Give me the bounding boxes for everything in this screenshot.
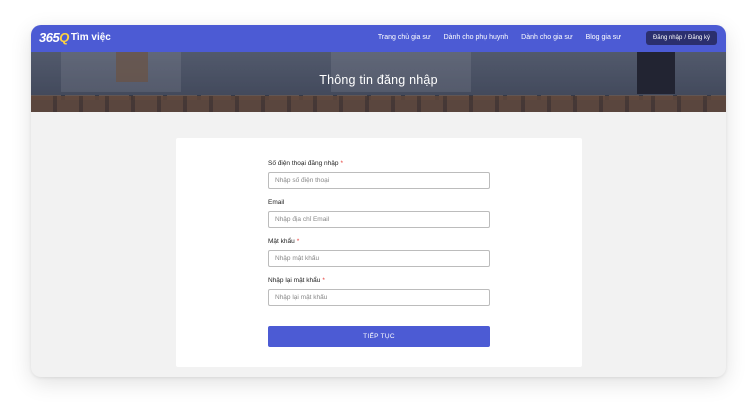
- confirm-password-input[interactable]: [268, 289, 490, 306]
- logo-text: Tìm việc: [70, 32, 111, 43]
- main-nav: Trang chủ gia sư Dành cho phụ huynh Dành…: [378, 34, 621, 41]
- required-mark: *: [296, 238, 300, 245]
- login-link[interactable]: Đăng nhập: [653, 35, 682, 41]
- browser-window: 365Q Tìm việc Trang chủ gia sư Dành cho …: [31, 25, 726, 377]
- confirm-password-label: Nhập lại mật khẩu *: [268, 277, 325, 284]
- logo-mark-accent: Q: [59, 30, 69, 45]
- auth-separator: /: [684, 35, 686, 41]
- required-mark: *: [322, 277, 325, 284]
- continue-button[interactable]: TIẾP TỤC: [268, 326, 490, 347]
- login-info-form: Số điện thoại đăng nhập* Email Mật khẩu*…: [176, 138, 582, 367]
- page-title: Thông tin đăng nhập: [319, 73, 438, 87]
- nav-link-tutors[interactable]: Dành cho gia sư: [521, 34, 572, 41]
- phone-label: Số điện thoại đăng nhập *: [268, 160, 343, 167]
- confirm-password-label-text: Nhập lại mật khẩu: [268, 277, 321, 284]
- phone-input[interactable]: [268, 172, 490, 189]
- required-mark: *: [340, 160, 344, 167]
- register-link[interactable]: Đăng ký: [688, 35, 710, 41]
- login-register-button[interactable]: Đăng nhập / Đăng ký: [645, 31, 717, 45]
- password-input[interactable]: [268, 250, 490, 267]
- site-logo[interactable]: 365Q Tìm việc: [39, 30, 111, 45]
- email-label: Email: [268, 199, 284, 206]
- phone-label-text: Số điện thoại đăng nhập: [268, 160, 339, 167]
- nav-link-parents[interactable]: Dành cho phụ huynh: [444, 34, 509, 41]
- password-label-text: Mật khẩu: [268, 238, 295, 245]
- logo-mark-main: 365: [39, 30, 60, 45]
- nav-link-home[interactable]: Trang chủ gia sư: [378, 34, 431, 41]
- top-navbar: 365Q Tìm việc Trang chủ gia sư Dành cho …: [31, 25, 726, 52]
- password-label: Mật khẩu *: [268, 238, 299, 245]
- nav-link-blog[interactable]: Blog gia sư: [586, 34, 621, 41]
- email-label-text: Email: [268, 199, 285, 206]
- hero-banner: Thông tin đăng nhập: [31, 52, 726, 112]
- email-input[interactable]: [268, 211, 490, 228]
- logo-mark: 365Q: [39, 30, 69, 45]
